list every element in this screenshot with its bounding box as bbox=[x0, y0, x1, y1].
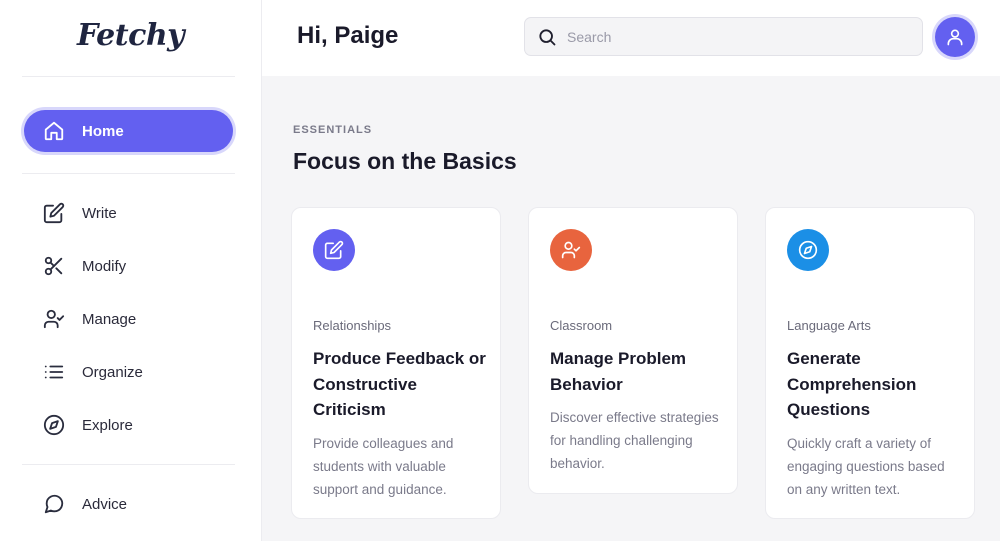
sidebar-divider bbox=[22, 173, 235, 174]
app-logo[interactable]: Fetchy bbox=[77, 18, 185, 53]
user-check-icon bbox=[42, 307, 66, 331]
edit-icon bbox=[42, 201, 66, 225]
card-questions[interactable]: Language Arts Generate Comprehension Que… bbox=[765, 207, 975, 519]
sidebar: Fetchy Home Write Modify Manage Organize bbox=[0, 0, 262, 541]
user-icon bbox=[945, 27, 965, 47]
message-circle-icon bbox=[42, 492, 66, 516]
sidebar-item-label: Write bbox=[82, 204, 117, 222]
top-header: Hi, Paige bbox=[262, 0, 1000, 76]
sidebar-item-explore[interactable]: Explore bbox=[24, 404, 233, 446]
card-category: Relationships bbox=[313, 318, 392, 333]
card-feedback[interactable]: Relationships Produce Feedback or Constr… bbox=[291, 207, 501, 519]
sidebar-item-modify[interactable]: Modify bbox=[24, 245, 233, 287]
card-category: Classroom bbox=[550, 318, 613, 333]
list-icon bbox=[42, 360, 66, 384]
user-check-icon bbox=[550, 229, 592, 271]
card-behavior[interactable]: Classroom Manage Problem Behavior Discov… bbox=[528, 207, 738, 494]
card-category: Language Arts bbox=[787, 318, 871, 333]
sidebar-divider bbox=[22, 464, 235, 465]
avatar[interactable] bbox=[935, 17, 975, 57]
compass-icon bbox=[42, 413, 66, 437]
edit-icon bbox=[313, 229, 355, 271]
card-title: Produce Feedback or Constructive Critici… bbox=[313, 349, 486, 419]
sidebar-item-advice[interactable]: Advice bbox=[24, 483, 233, 525]
card-title: Generate Comprehension Questions bbox=[787, 349, 917, 419]
search-input[interactable] bbox=[567, 28, 897, 45]
home-icon bbox=[42, 119, 66, 143]
card-description: Provide colleagues and students with val… bbox=[313, 436, 454, 497]
greeting-title: Hi, Paige bbox=[297, 22, 399, 49]
sidebar-item-label: Explore bbox=[82, 416, 133, 434]
sidebar-item-label: Manage bbox=[82, 310, 137, 328]
search-icon bbox=[537, 27, 557, 47]
section-title: Focus on the Basics bbox=[293, 148, 517, 174]
sidebar-item-label: Home bbox=[82, 122, 124, 140]
card-description: Quickly craft a variety of engaging ques… bbox=[787, 436, 945, 497]
sidebar-divider bbox=[22, 76, 235, 77]
sidebar-item-home[interactable]: Home bbox=[24, 110, 233, 152]
sidebar-item-organize[interactable]: Organize bbox=[24, 351, 233, 393]
card-title: Manage Problem Behavior bbox=[550, 349, 687, 394]
section-eyebrow: ESSENTIALS bbox=[293, 124, 373, 136]
compass-icon bbox=[787, 229, 829, 271]
sidebar-item-write[interactable]: Write bbox=[24, 192, 233, 234]
search-bar[interactable] bbox=[524, 17, 923, 56]
scissors-icon bbox=[42, 254, 66, 278]
card-description: Discover effective strategies for handli… bbox=[550, 410, 719, 471]
sidebar-item-manage[interactable]: Manage bbox=[24, 298, 233, 340]
sidebar-item-label: Organize bbox=[82, 363, 143, 381]
sidebar-item-label: Advice bbox=[82, 495, 128, 513]
sidebar-item-label: Modify bbox=[82, 257, 127, 275]
